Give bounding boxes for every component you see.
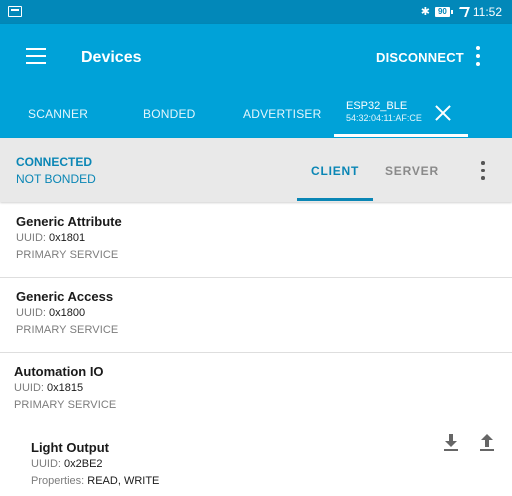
connection-bar: CONNECTED NOT BONDED CLIENT SERVER	[0, 138, 512, 202]
uuid-value: 0x1800	[49, 307, 86, 319]
notification-icon	[8, 6, 22, 17]
divider	[0, 277, 512, 278]
tab-advertiser[interactable]: ADVERTISER	[243, 107, 321, 121]
characteristic-name: Light Output	[31, 440, 109, 455]
status-indicators: ✱ 90 11:52	[421, 4, 502, 20]
service-type: PRIMARY SERVICE	[14, 399, 117, 411]
service-name: Generic Access	[16, 289, 114, 304]
app-bar: Devices DISCONNECT SCANNER BONDED ADVERT…	[0, 24, 512, 138]
tab-server[interactable]: SERVER	[385, 164, 439, 178]
tab-client[interactable]: CLIENT	[311, 164, 359, 178]
tab-bonded[interactable]: BONDED	[143, 107, 196, 121]
client-tab-indicator	[297, 198, 373, 201]
download-icon[interactable]	[442, 432, 460, 452]
signal-icon	[456, 7, 470, 17]
uuid-label: UUID:	[14, 382, 44, 394]
client-options-icon[interactable]	[479, 161, 487, 183]
tab-scanner[interactable]: SCANNER	[28, 107, 88, 121]
device-name: ESP32_BLE	[346, 100, 408, 112]
characteristic-properties: Properties: READ, WRITE	[31, 475, 159, 487]
battery-icon: 90	[434, 7, 453, 17]
properties-value: READ, WRITE	[87, 475, 160, 487]
service-type: PRIMARY SERVICE	[16, 324, 119, 336]
page-title: Devices	[81, 49, 142, 66]
properties-label: Properties:	[31, 475, 85, 487]
service-item[interactable]: Generic Attribute UUID: 0x1801 PRIMARY S…	[0, 204, 512, 276]
more-options-icon[interactable]	[474, 46, 482, 68]
service-uuid: UUID: 0x1800	[16, 307, 85, 319]
service-item[interactable]: Generic Access UUID: 0x1800 PRIMARY SERV…	[0, 279, 512, 351]
tab-device[interactable]: ESP32_BLE 54:32:04:11:AF:CE	[346, 100, 422, 124]
service-name: Automation IO	[14, 364, 104, 379]
device-address: 54:32:04:11:AF:CE	[346, 113, 422, 123]
upload-icon[interactable]	[478, 432, 496, 452]
status-bar: ✱ 90 11:52	[0, 0, 512, 24]
bond-state: NOT BONDED	[16, 172, 96, 186]
status-time: 11:52	[472, 5, 502, 19]
connection-state: CONNECTED	[16, 155, 93, 169]
close-icon[interactable]	[434, 104, 452, 122]
menu-icon[interactable]	[26, 48, 46, 64]
bluetooth-icon: ✱	[420, 6, 430, 18]
uuid-label: UUID:	[16, 232, 46, 244]
uuid-value: 0x1815	[47, 382, 84, 394]
service-uuid: UUID: 0x1801	[16, 232, 85, 244]
uuid-label: UUID:	[16, 307, 46, 319]
disconnect-button[interactable]: DISCONNECT	[376, 50, 464, 65]
tab-indicator	[334, 134, 468, 137]
uuid-label: UUID:	[31, 458, 61, 470]
service-item[interactable]: Automation IO UUID: 0x1815 PRIMARY SERVI…	[0, 354, 512, 418]
service-uuid: UUID: 0x1815	[14, 382, 83, 394]
divider	[0, 352, 512, 353]
uuid-value: 0x1801	[49, 232, 86, 244]
uuid-value: 0x2BE2	[64, 458, 103, 470]
characteristic-uuid: UUID: 0x2BE2	[31, 458, 103, 470]
service-name: Generic Attribute	[16, 214, 122, 229]
service-type: PRIMARY SERVICE	[16, 249, 119, 261]
characteristic-item[interactable]: Light Output UUID: 0x2BE2 Properties: RE…	[0, 440, 512, 494]
